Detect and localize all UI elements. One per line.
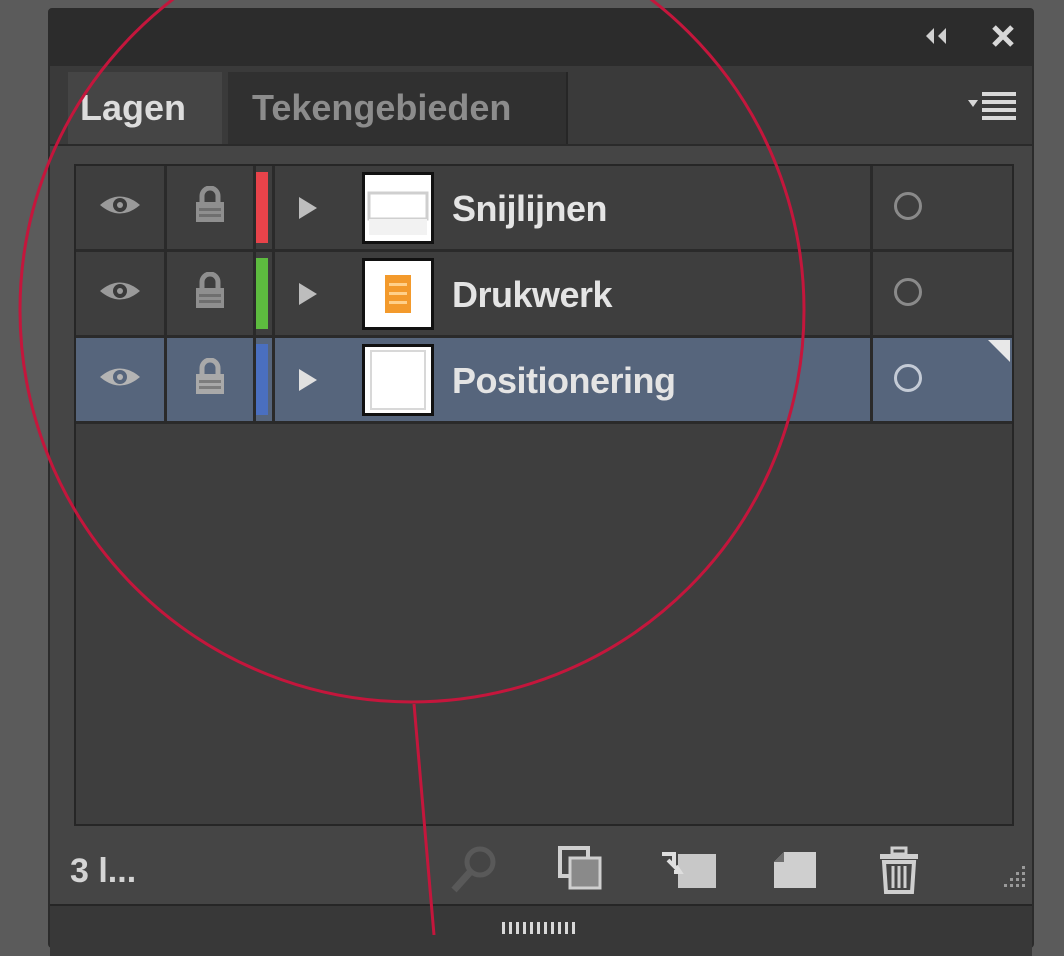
panel-menu-icon[interactable] [966,88,1018,127]
layers-panel: Lagen Tekengebieden Snijlijnen Drukwerk … [48,8,1034,956]
layer-count: 3 l... [70,852,137,890]
create-new-layer-icon[interactable] [770,844,820,899]
expand-triangle-icon[interactable] [276,252,340,335]
visibility-toggle[interactable] [76,338,164,421]
visibility-toggle[interactable] [76,252,164,335]
eye-icon [98,278,142,309]
expand-triangle-icon[interactable] [276,338,340,421]
layers-list: Snijlijnen Drukwerk Positionering [74,164,1014,826]
layer-name[interactable]: Positionering [452,338,676,424]
tab-lagen[interactable]: Lagen [68,72,222,144]
selection-corner-icon [988,340,1010,367]
lock-icon [193,185,227,229]
panel-bottom-bar [50,904,1032,956]
target-circle-icon[interactable] [894,364,922,392]
layer-row-drukwerk[interactable]: Drukwerk [76,252,1012,338]
resize-grip-icon[interactable] [1000,864,1028,897]
panel-titlebar [50,10,1032,66]
close-icon[interactable] [990,24,1016,53]
target-circle-icon[interactable] [894,278,922,306]
layer-thumbnail [362,344,434,416]
locate-object-icon[interactable] [446,844,502,901]
visibility-toggle[interactable] [76,166,164,249]
double-chevron-left-icon[interactable] [922,24,952,53]
drag-handle-icon[interactable] [500,920,580,941]
lock-toggle[interactable] [167,338,253,421]
target-circle-icon[interactable] [894,192,922,220]
make-clipping-mask-icon[interactable] [556,844,606,899]
tab-label: Lagen [80,87,187,128]
lock-toggle[interactable] [167,252,253,335]
layer-name[interactable]: Snijlijnen [452,166,608,252]
layer-color-swatch [256,258,268,329]
lock-toggle[interactable] [167,166,253,249]
eye-icon [98,192,142,223]
create-sublayer-icon[interactable] [658,844,718,899]
panel-footer: 3 l... [50,826,1032,910]
panel-tab-bar: Lagen Tekengebieden [50,66,1032,146]
lock-icon [193,357,227,401]
tab-tekengebieden[interactable]: Tekengebieden [228,72,568,144]
eye-icon [98,364,142,395]
expand-triangle-icon[interactable] [276,166,340,249]
tab-label: Tekengebieden [252,87,512,128]
layer-row-positionering[interactable]: Positionering [76,338,1012,424]
delete-layer-icon[interactable] [876,844,922,901]
layer-color-swatch [256,172,268,243]
layer-thumbnail [362,258,434,330]
layer-name[interactable]: Drukwerk [452,252,613,338]
layer-color-swatch [256,344,268,415]
lock-icon [193,271,227,315]
layer-thumbnail [362,172,434,244]
layer-row-snijlijnen[interactable]: Snijlijnen [76,166,1012,252]
